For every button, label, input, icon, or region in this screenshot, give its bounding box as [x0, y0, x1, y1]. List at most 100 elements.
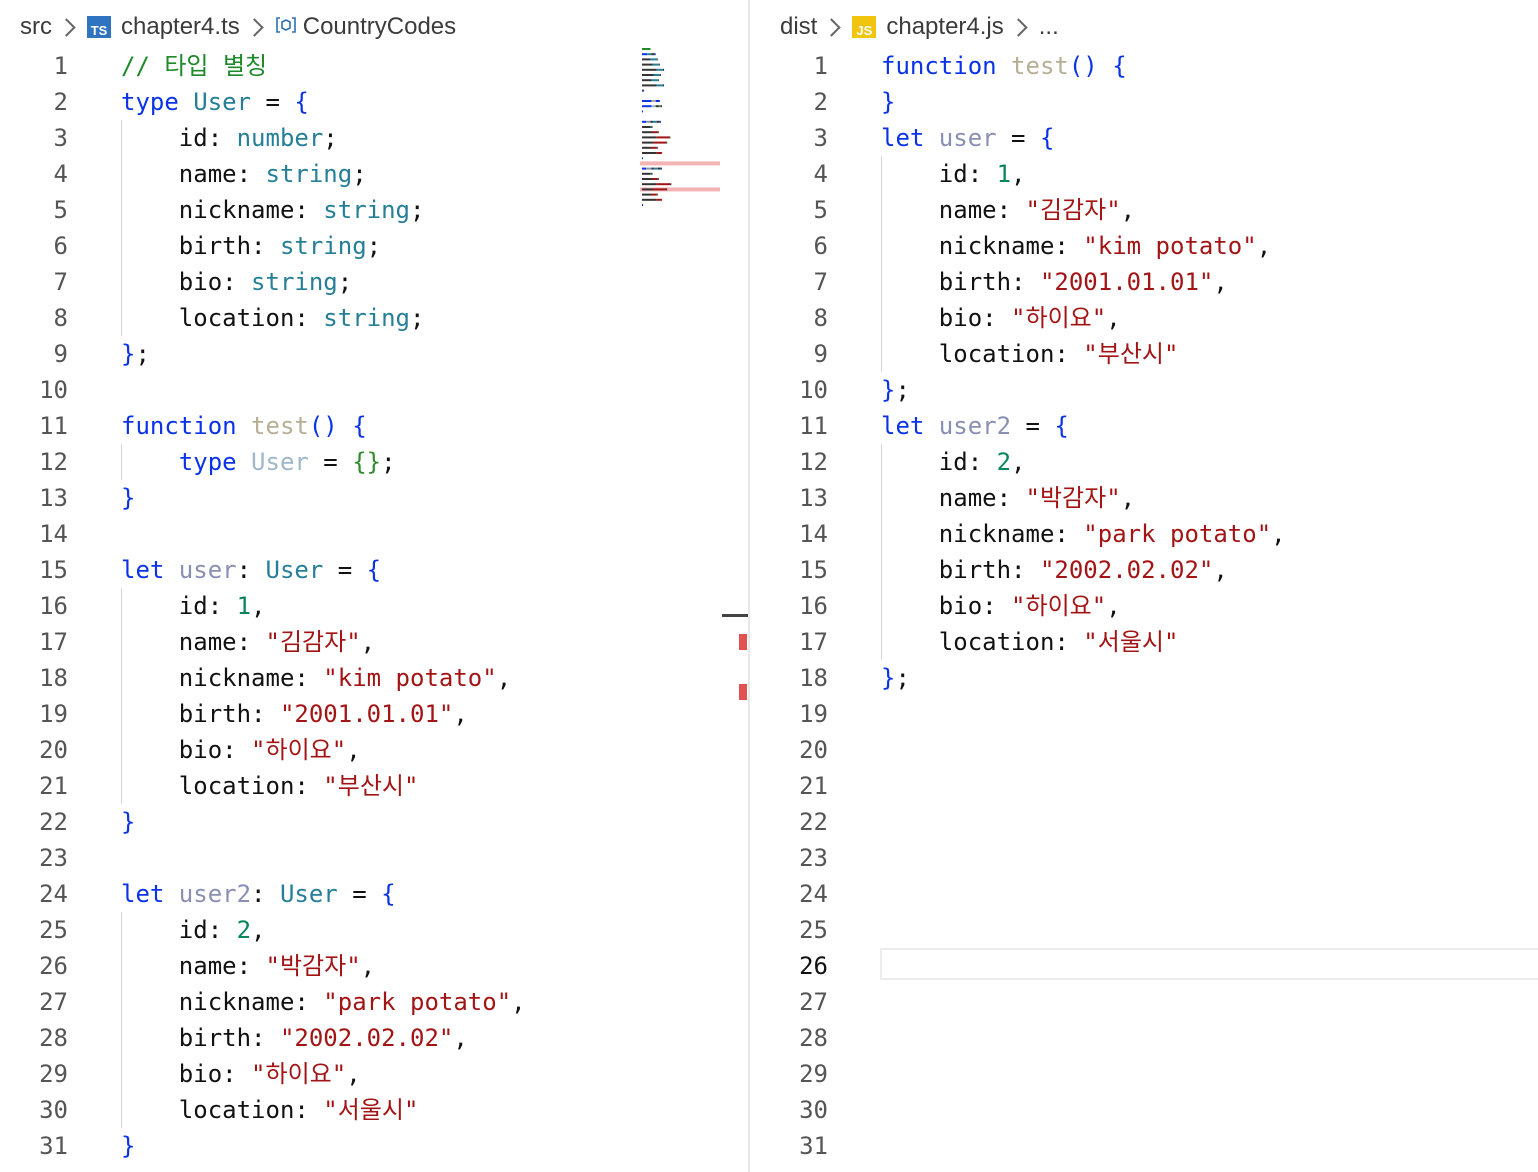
code-line[interactable]: 10};: [750, 372, 1538, 408]
code-line[interactable]: 24: [750, 876, 1538, 912]
code-line[interactable]: 4 id: 1,: [750, 156, 1538, 192]
code-line[interactable]: 12 type User = {};: [0, 444, 720, 480]
minimap-token: [652, 63, 659, 66]
code-line[interactable]: 27: [750, 984, 1538, 1020]
code-line[interactable]: 29: [750, 1056, 1538, 1092]
minimap-token: [663, 84, 665, 87]
code-line[interactable]: 14 nickname: "park potato",: [750, 516, 1538, 552]
code-token: id:: [121, 916, 237, 944]
code-line[interactable]: 21 location: "부산시": [0, 768, 720, 804]
code-line[interactable]: 30: [750, 1092, 1538, 1128]
code-line[interactable]: 26 name: "박감자",: [0, 948, 720, 984]
code-line[interactable]: 4 name: string;: [0, 156, 720, 192]
code-token: string: [323, 304, 410, 332]
minimap-token: [642, 157, 644, 160]
code-line[interactable]: 23: [0, 840, 720, 876]
right-editor-pane[interactable]: dist JS chapter4.js ... 1 function test()…: [750, 0, 1538, 1172]
code-line[interactable]: 14: [0, 516, 720, 552]
code-token: location:: [121, 304, 324, 332]
code-line[interactable]: 18};: [750, 660, 1538, 696]
minimap-token: [651, 167, 654, 170]
code-line[interactable]: 29 bio: "하이요",: [0, 1056, 720, 1092]
code-line[interactable]: 19: [750, 696, 1538, 732]
minimap-token: [642, 178, 653, 180]
code-line[interactable]: 21: [750, 768, 1538, 804]
code-line[interactable]: 11 function test() {: [0, 408, 720, 444]
code-line[interactable]: 2}: [750, 84, 1538, 120]
indent-guide: [881, 444, 882, 660]
minimap-token: [656, 152, 662, 154]
code-line[interactable]: 7 bio: string;: [0, 264, 720, 300]
code-line[interactable]: 10: [0, 372, 720, 408]
breadcrumb-more[interactable]: ...: [1039, 13, 1059, 41]
minimap-token: [656, 58, 658, 61]
code-line[interactable]: 20 bio: "하이요",: [0, 732, 720, 768]
overview-ruler[interactable]: [720, 0, 748, 1172]
current-line-highlight: [880, 948, 1538, 980]
code-line[interactable]: 7 birth: "2001.01.01",: [750, 264, 1538, 300]
code-line[interactable]: 25: [750, 912, 1538, 948]
code-line[interactable]: 16 bio: "하이요",: [750, 588, 1538, 624]
code-line[interactable]: 13 name: "박감자",: [750, 480, 1538, 516]
code-area[interactable]: 1 function test() {2} 3 let user = {4 id: 1…: [750, 48, 1538, 1164]
code-line[interactable]: 3 let user = {: [750, 120, 1538, 156]
code-text: id: 2,: [121, 912, 266, 948]
code-line[interactable]: 12 id: 2,: [750, 444, 1538, 480]
code-line[interactable]: 9 location: "부산시": [750, 336, 1538, 372]
code-line[interactable]: 9};: [0, 336, 720, 372]
code-line[interactable]: 31}: [0, 1128, 720, 1164]
code-line[interactable]: 22}: [0, 804, 720, 840]
breadcrumb-folder[interactable]: dist: [780, 13, 817, 41]
minimap[interactable]: [640, 46, 720, 216]
code-line[interactable]: 1 function test() {: [750, 48, 1538, 84]
code-line[interactable]: 27 nickname: "park potato",: [0, 984, 720, 1020]
left-editor-pane[interactable]: src TS chapter4.ts CountryCodes 1 // 타입 별…: [0, 0, 720, 1172]
error-marker[interactable]: [739, 684, 747, 700]
breadcrumb-folder[interactable]: src: [20, 13, 52, 41]
code-text: }: [121, 1128, 135, 1164]
code-text: bio: string;: [121, 264, 352, 300]
code-line[interactable]: 30 location: "서울시": [0, 1092, 720, 1128]
code-line[interactable]: 5 name: "김감자",: [750, 192, 1538, 228]
code-text: let user = {: [881, 120, 1054, 156]
minimap-token: [642, 198, 657, 201]
code-line[interactable]: 28 birth: "2002.02.02",: [0, 1020, 720, 1056]
code-line[interactable]: 22: [750, 804, 1538, 840]
code-line[interactable]: 2 type User = {: [0, 84, 720, 120]
code-line[interactable]: 23: [750, 840, 1538, 876]
code-line[interactable]: 17 location: "서울시": [750, 624, 1538, 660]
code-line[interactable]: 17 name: "김감자",: [0, 624, 720, 660]
code-token: }: [121, 340, 136, 368]
minimap-token: [651, 193, 657, 196]
line-number: 29: [39, 1060, 68, 1088]
line-number: 20: [39, 736, 68, 764]
breadcrumb-symbol[interactable]: CountryCodes: [303, 13, 456, 41]
code-line[interactable]: 15 birth: "2002.02.02",: [750, 552, 1538, 588]
code-token: ,: [346, 736, 361, 764]
code-line[interactable]: 8 bio: "하이요",: [750, 300, 1538, 336]
breadcrumb-file[interactable]: chapter4.ts: [121, 13, 240, 41]
code-line[interactable]: 20: [750, 732, 1538, 768]
code-line[interactable]: 19 birth: "2001.01.01",: [0, 696, 720, 732]
code-line[interactable]: 8 location: string;: [0, 300, 720, 336]
code-line[interactable]: 25 id: 2,: [0, 912, 720, 948]
code-line[interactable]: 31: [750, 1128, 1538, 1164]
code-line[interactable]: 13}: [0, 480, 720, 516]
minimap-token: [642, 193, 652, 196]
code-line[interactable]: 15 let user: User = {: [0, 552, 720, 588]
code-text: nickname: "park potato",: [121, 984, 526, 1020]
code-line[interactable]: 3 id: number;: [0, 120, 720, 156]
code-line[interactable]: 28: [750, 1020, 1538, 1056]
code-line[interactable]: 1 // 타입 별칭: [0, 48, 720, 84]
error-marker[interactable]: [739, 634, 747, 650]
code-line[interactable]: 6 nickname: "kim potato",: [750, 228, 1538, 264]
code-line[interactable]: 18 nickname: "kim potato",: [0, 660, 720, 696]
code-line[interactable]: 11 let user2 = {: [750, 408, 1538, 444]
code-line[interactable]: 16 id: 1,: [0, 588, 720, 624]
code-area[interactable]: 1// 타입 별칭 2 type User = {3 id: number; 4 na…: [0, 48, 720, 1164]
code-line[interactable]: 6 birth: string;: [0, 228, 720, 264]
code-line[interactable]: 24 let user2: User = {: [0, 876, 720, 912]
breadcrumb-file[interactable]: chapter4.js: [886, 13, 1003, 41]
code-line[interactable]: 5 nickname: string;: [0, 192, 720, 228]
code-token: ;: [135, 340, 150, 368]
